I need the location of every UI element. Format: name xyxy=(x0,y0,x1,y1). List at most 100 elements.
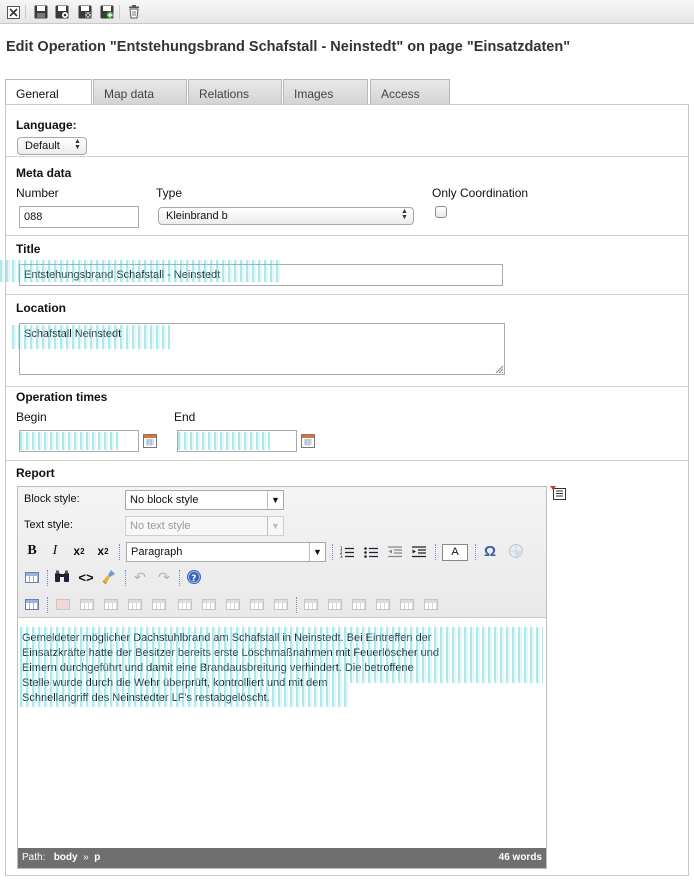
save-and-view-icon[interactable] xyxy=(54,4,70,20)
spellcheck-icon[interactable] xyxy=(507,542,525,560)
column-insert-after-icon[interactable] xyxy=(224,595,242,613)
cell-insert-before-icon[interactable] xyxy=(326,595,344,613)
word-count: 46 words xyxy=(498,852,542,863)
report-line: Einsatzkräfte hatte der Besitzer bereits… xyxy=(22,647,439,659)
row-properties-icon[interactable] xyxy=(54,595,72,613)
number-input[interactable]: 088 xyxy=(19,206,139,228)
close-icon[interactable] xyxy=(5,4,21,20)
cell-merge-icon[interactable] xyxy=(422,595,440,613)
location-label: Location xyxy=(16,301,66,315)
report-line: Eimern durchgeführt und damit eine Brand… xyxy=(22,662,414,674)
cell-delete-icon[interactable] xyxy=(374,595,392,613)
row-insert-under-icon[interactable] xyxy=(102,595,120,613)
help-icon[interactable]: ? xyxy=(185,568,203,586)
column-insert-before-icon[interactable] xyxy=(200,595,218,613)
row-split-icon[interactable] xyxy=(150,595,168,613)
save-and-close-icon[interactable] xyxy=(77,4,93,20)
end-label: End xyxy=(174,410,196,424)
calendar-icon[interactable] xyxy=(143,434,157,448)
subscript-button[interactable]: x2 xyxy=(70,542,88,560)
editor-content[interactable]: Gemeldeter möglicher Dachstuhlbrand am S… xyxy=(22,631,542,706)
row-delete-icon[interactable] xyxy=(126,595,144,613)
special-character-icon[interactable]: Ω xyxy=(481,542,499,560)
end-input[interactable] xyxy=(177,430,297,452)
editor-statusbar: Path: body » p 46 words xyxy=(18,848,546,868)
editor-toolbar: Block style: No block style ▼ Text style… xyxy=(18,487,546,618)
save-icon[interactable] xyxy=(33,4,49,20)
tab-access[interactable]: Access xyxy=(370,79,450,105)
operation-times-section: Operation times Begin End xyxy=(6,386,688,460)
report-line: Schnellangriff des Neinstedter LF's rest… xyxy=(22,692,270,704)
resize-grip-icon[interactable] xyxy=(495,365,504,374)
row-insert-above-icon[interactable] xyxy=(78,595,96,613)
block-style-label: Block style: xyxy=(24,493,80,505)
find-replace-icon[interactable] xyxy=(53,568,71,586)
path-body[interactable]: body xyxy=(54,852,78,863)
cell-properties-icon[interactable] xyxy=(302,595,320,613)
updown-icon: ▲ ▼ xyxy=(401,208,408,221)
format-value: Paragraph xyxy=(131,546,183,558)
location-section: Location Schafstall Neinstedt xyxy=(6,294,688,386)
chevron-down-icon: ▼ xyxy=(309,543,325,561)
bold-button[interactable]: B xyxy=(23,542,41,560)
html-source-icon[interactable]: <> xyxy=(77,568,95,586)
table-properties-icon[interactable] xyxy=(23,595,41,613)
indent-icon[interactable] xyxy=(410,543,428,561)
save-and-new-icon[interactable] xyxy=(99,4,115,20)
column-split-icon[interactable] xyxy=(272,595,290,613)
fullscreen-editor-icon[interactable] xyxy=(550,486,568,502)
operation-times-title: Operation times xyxy=(16,390,108,404)
text-style-value: No text style xyxy=(130,520,191,532)
svg-text:?: ? xyxy=(191,574,196,584)
tab-images[interactable]: Images xyxy=(283,79,368,105)
title-section: Title Entstehungsbrand Schafstall - Nein… xyxy=(0,235,688,294)
outdent-icon[interactable] xyxy=(386,543,404,561)
updown-icon: ▲ ▼ xyxy=(74,138,81,151)
chevron-down-icon: ▼ xyxy=(267,517,283,535)
title-input[interactable]: Entstehungsbrand Schafstall - Neinstedt xyxy=(19,264,503,286)
format-select[interactable]: Paragraph ▼ xyxy=(126,542,326,562)
block-style-select[interactable]: No block style ▼ xyxy=(125,490,284,510)
general-panel: Language: Default ▲ ▼ Meta data Number 08… xyxy=(0,104,689,876)
tab-relations[interactable]: Relations xyxy=(188,79,282,105)
tab-map-data[interactable]: Map data xyxy=(93,79,187,105)
language-value: Default xyxy=(25,140,60,152)
path-label: Path: xyxy=(22,852,46,863)
ordered-list-icon[interactable]: 123 xyxy=(338,543,356,561)
tab-general[interactable]: General xyxy=(5,79,92,106)
report-line: Gemeldeter möglicher Dachstuhlbrand am S… xyxy=(22,632,432,644)
column-properties-icon[interactable] xyxy=(176,595,194,613)
text-style-select[interactable]: No text style ▼ xyxy=(125,516,284,536)
redo-icon[interactable]: ↷ xyxy=(155,568,173,586)
cell-insert-after-icon[interactable] xyxy=(350,595,368,613)
begin-input[interactable] xyxy=(19,430,139,452)
type-value: Kleinbrand b xyxy=(166,210,228,222)
type-label: Type xyxy=(156,186,183,200)
type-select[interactable]: Kleinbrand b ▲ ▼ xyxy=(158,207,414,225)
unordered-list-icon[interactable] xyxy=(362,543,380,561)
location-textarea[interactable]: Schafstall Neinstedt xyxy=(19,323,505,375)
path-p[interactable]: p xyxy=(94,852,100,863)
path-separator: » xyxy=(83,852,89,863)
block-style-value: No block style xyxy=(130,494,199,506)
cell-split-icon[interactable] xyxy=(398,595,416,613)
text-color-button[interactable]: A xyxy=(441,543,469,561)
insert-table-icon[interactable] xyxy=(23,568,41,586)
only-coordination-checkbox[interactable] xyxy=(435,206,447,218)
only-coordination-label: Only Coordination xyxy=(432,186,529,200)
title-label: Title xyxy=(16,242,41,256)
undo-icon[interactable]: ↶ xyxy=(131,568,149,586)
document-toolbar xyxy=(0,0,694,24)
language-select[interactable]: Default ▲ ▼ xyxy=(17,137,87,155)
superscript-button[interactable]: x2 xyxy=(94,542,112,560)
svg-text:3: 3 xyxy=(340,554,343,558)
report-editor: Block style: No block style ▼ Text style… xyxy=(17,486,547,869)
clean-word-icon[interactable] xyxy=(101,568,119,586)
calendar-icon[interactable] xyxy=(301,434,315,448)
column-delete-icon[interactable] xyxy=(248,595,266,613)
meta-data-section: Meta data Number 088 Type Kleinbrand b ▲… xyxy=(6,156,688,235)
begin-label: Begin xyxy=(16,410,47,424)
italic-button[interactable]: I xyxy=(46,542,64,560)
delete-icon[interactable] xyxy=(126,4,142,20)
chevron-down-icon: ▼ xyxy=(267,491,283,509)
